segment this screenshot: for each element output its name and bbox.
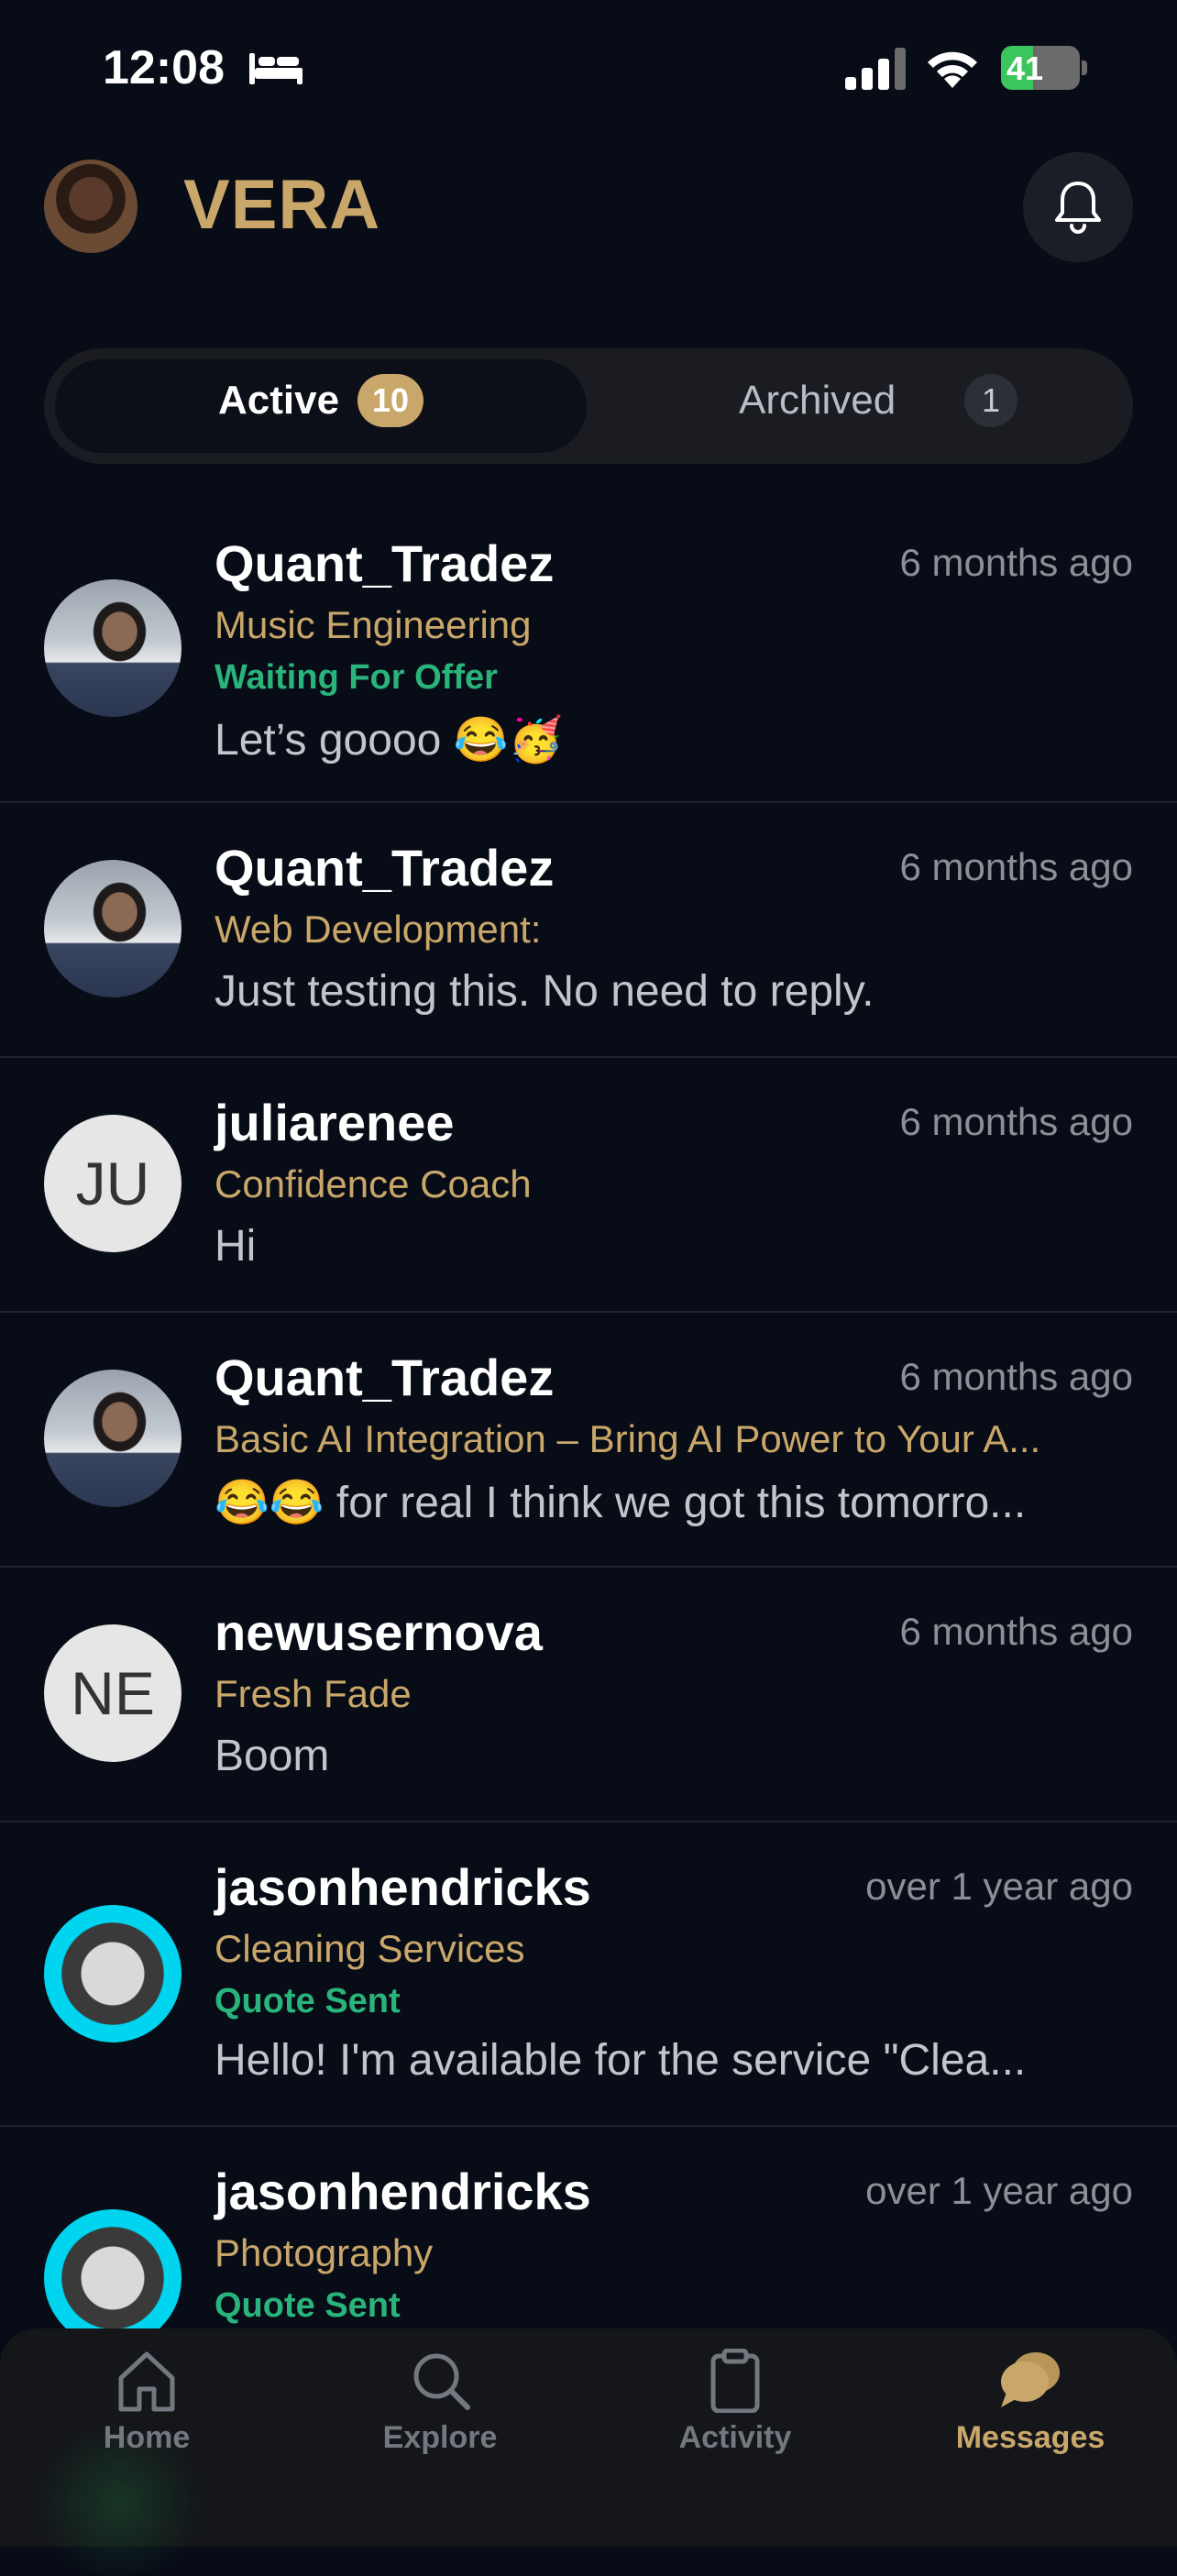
conversation-time: 6 months ago <box>899 1610 1133 1653</box>
conversation-time: 6 months ago <box>899 1100 1133 1143</box>
tab-explore[interactable]: Explore <box>348 2349 532 2486</box>
clipboard-icon <box>710 2349 760 2413</box>
avatar <box>44 579 182 717</box>
message-preview: Just testing this. No need to reply. <box>214 967 874 1016</box>
cellular-signal-icon <box>845 48 906 90</box>
profile-avatar[interactable] <box>44 160 138 253</box>
message-preview: Hello! I'm available for the service "Cl… <box>214 2036 1027 2085</box>
conversation-row[interactable]: Quant_Tradez 6 months ago Web Developmen… <box>0 801 1177 1058</box>
conversation-row[interactable]: NE newusernova 6 months ago Fresh Fade B… <box>0 1566 1177 1822</box>
avatar <box>44 1370 182 1507</box>
tab-activity-label: Activity <box>678 2420 792 2455</box>
conversation-filter-tabs: Active 10 Archived 1 <box>44 348 1133 464</box>
conversation-row[interactable]: jasonhendricks over 1 year ago Cleaning … <box>0 1821 1177 2127</box>
conversation-name: Quant_Tradez <box>214 1349 555 1406</box>
conversation-time: over 1 year ago <box>865 2169 1133 2212</box>
avatar: JU <box>44 1115 182 1252</box>
tab-home-label: Home <box>103 2420 191 2455</box>
conversation-name: jasonhendricks <box>214 1858 591 1916</box>
conversation-name: jasonhendricks <box>214 2163 591 2220</box>
tab-messages[interactable]: Messages <box>939 2349 1122 2486</box>
bed-icon <box>249 53 302 84</box>
conversation-time: over 1 year ago <box>865 1865 1133 1908</box>
service-name: Web Development: <box>214 908 542 951</box>
conversation-name: Quant_Tradez <box>214 534 555 592</box>
tab-active-label[interactable]: Active <box>218 378 339 424</box>
conversation-name: newusernova <box>214 1603 543 1661</box>
service-name: Confidence Coach <box>214 1162 532 1205</box>
avatar: NE <box>44 1624 182 1762</box>
battery-indicator: 41 <box>1001 46 1089 90</box>
service-name: Photography <box>214 2231 434 2274</box>
conversation-time: 6 months ago <box>899 1355 1133 1398</box>
archived-count-badge: 1 <box>964 374 1018 427</box>
home-icon <box>118 2351 175 2412</box>
battery-percent: 41 <box>1006 50 1044 87</box>
conversation-row[interactable]: Quant_Tradez 6 months ago Basic AI Integ… <box>0 1311 1177 1568</box>
bell-icon <box>1055 182 1101 234</box>
message-preview: Boom <box>214 1732 330 1780</box>
avatar <box>44 2209 182 2347</box>
tab-activity[interactable]: Activity <box>644 2349 827 2486</box>
app-title: VERA <box>183 166 381 244</box>
tab-archived[interactable]: Archived <box>739 378 896 424</box>
message-preview: Let’s goooo 😂🥳 <box>214 716 564 765</box>
conversation-time: 6 months ago <box>899 541 1133 584</box>
status-bar: 12:08 41 <box>0 0 1177 138</box>
tab-explore-label: Explore <box>382 2420 498 2455</box>
conversation-row[interactable]: Quant_Tradez 6 months ago Music Engineer… <box>0 513 1177 803</box>
avatar <box>44 860 182 997</box>
wifi-icon <box>928 51 977 88</box>
status-label: Waiting For Offer <box>214 658 498 697</box>
conversation-name: juliarenee <box>214 1094 455 1151</box>
chat-bubbles-icon <box>1001 2352 1060 2407</box>
status-time: 12:08 <box>103 41 225 94</box>
conversation-time: 6 months ago <box>899 845 1133 888</box>
service-name: Cleaning Services <box>214 1927 525 1970</box>
message-preview: Hi <box>214 1222 257 1271</box>
service-name: Fresh Fade <box>214 1672 412 1715</box>
service-name: Music Engineering <box>214 603 532 646</box>
tab-home[interactable]: Home <box>55 2349 238 2486</box>
status-label: Quote Sent <box>214 2286 401 2325</box>
active-count-badge: 10 <box>358 374 424 427</box>
tab-messages-label: Messages <box>955 2420 1106 2455</box>
conversation-name: Quant_Tradez <box>214 839 555 897</box>
search-icon <box>413 2353 470 2410</box>
conversation-row[interactable]: JU juliarenee 6 months ago Confidence Co… <box>0 1056 1177 1313</box>
avatar <box>44 1905 182 2042</box>
status-label: Quote Sent <box>214 1982 401 2020</box>
notifications-button[interactable] <box>1023 152 1133 262</box>
message-preview: 😂😂 for real I think we got this tomorro.… <box>214 1479 1027 1527</box>
service-name: Basic AI Integration – Bring AI Power to… <box>214 1417 1041 1460</box>
